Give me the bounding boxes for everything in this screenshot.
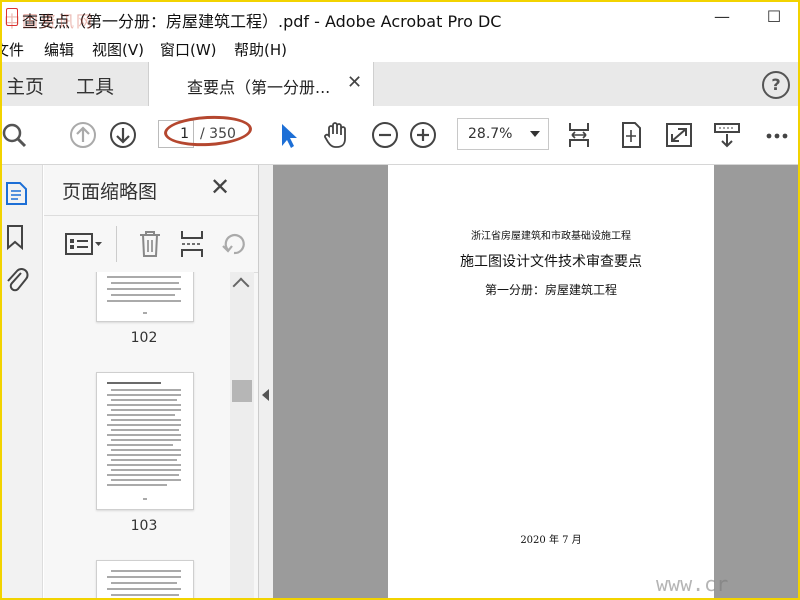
zoom-out-icon[interactable]: [370, 120, 400, 150]
doc-subtitle: 浙江省房屋建筑和市政基础设施工程: [471, 231, 631, 242]
menu-bar: 文件 编辑 视图(V) 窗口(W) 帮助(H): [2, 34, 798, 62]
panel-collapse-strip[interactable]: [259, 165, 273, 598]
doc-volume: 第一分册：房屋建筑工程: [484, 283, 617, 297]
app-window: 查要点（第一分册：房屋建筑工程）.pdf - Adobe Acrobat Pro…: [0, 0, 800, 600]
page-thumbnail-103[interactable]: [96, 372, 194, 510]
watermark-url: www.cr: [656, 572, 729, 596]
document-tab-label: 查要点（第一分册...: [187, 78, 331, 97]
zoom-select[interactable]: 28.7%: [457, 118, 549, 150]
panel-title: 页面缩略图: [62, 181, 158, 203]
maximize-button[interactable]: ☐: [762, 6, 786, 28]
panel-toolbar: [44, 215, 258, 273]
thumbnail-label: 102: [130, 330, 158, 346]
menu-edit[interactable]: 编辑: [44, 39, 74, 60]
tab-home[interactable]: 主页: [6, 72, 44, 99]
doc-title: 施工图设计文件技术审查要点: [460, 254, 642, 270]
thumbnail-text-lines: [107, 382, 181, 500]
read-mode-icon[interactable]: [712, 120, 742, 150]
full-screen-icon[interactable]: [664, 120, 694, 150]
delete-page-icon[interactable]: [136, 228, 164, 260]
scroll-up-icon[interactable]: [232, 277, 250, 295]
thumbnail-options-icon[interactable]: [64, 230, 106, 258]
thumbnail-text-lines: [107, 276, 181, 314]
close-panel-icon[interactable]: ✕: [210, 173, 230, 201]
toolbar: 1 / 350: [2, 106, 798, 165]
document-viewer[interactable]: 浙江省房屋建筑和市政基础设施工程 施工图设计文件技术审查要点 第一分册：房屋建筑…: [273, 165, 798, 598]
chevron-down-icon: [530, 131, 540, 137]
thumbnail-text-lines: [107, 570, 181, 596]
navigation-rail: [2, 165, 43, 598]
toolbar-divider: [116, 226, 117, 262]
more-tools-icon[interactable]: [762, 120, 792, 150]
zoom-value: 28.7%: [468, 126, 513, 142]
close-tab-icon[interactable]: ✕: [347, 72, 362, 93]
attachment-icon[interactable]: [4, 265, 30, 295]
menu-help[interactable]: 帮助(H): [234, 39, 287, 60]
select-cursor-icon[interactable]: [274, 120, 304, 150]
menu-window[interactable]: 窗口(W): [160, 39, 217, 60]
tab-bar: 主页 工具 查要点（第一分册... ✕ ?: [2, 62, 798, 107]
rotate-page-icon[interactable]: [220, 228, 248, 260]
help-icon[interactable]: ?: [762, 71, 790, 99]
page-thumbnails-icon[interactable]: [4, 179, 30, 207]
scroll-thumb[interactable]: [232, 380, 252, 402]
zoom-in-icon[interactable]: [408, 120, 438, 150]
thumbnail-label: 103: [130, 518, 158, 534]
hand-tool-icon[interactable]: [320, 120, 350, 150]
thumbnail-list[interactable]: 102 103: [44, 272, 230, 598]
title-bar: 查要点（第一分册：房屋建筑工程）.pdf - Adobe Acrobat Pro…: [2, 2, 798, 34]
next-page-icon[interactable]: [108, 120, 138, 150]
rotate-view-icon[interactable]: [616, 120, 646, 150]
search-icon[interactable]: [2, 120, 32, 150]
menu-view[interactable]: 视图(V): [92, 39, 144, 60]
thumbnails-panel: 页面缩略图 ✕ 102 103: [44, 165, 259, 598]
thumbnail-scrollbar[interactable]: [230, 272, 254, 598]
minimize-button[interactable]: —: [710, 6, 734, 28]
insert-page-icon[interactable]: [178, 228, 206, 260]
pdf-page[interactable]: 浙江省房屋建筑和市政基础设施工程 施工图设计文件技术审查要点 第一分册：房屋建筑…: [388, 165, 714, 598]
tab-document[interactable]: 查要点（第一分册... ✕: [148, 62, 374, 106]
collapse-arrow-icon[interactable]: [262, 389, 269, 401]
fit-page-icon[interactable]: [564, 120, 594, 150]
doc-date: 2020 年 7 月: [520, 535, 582, 546]
tab-tools[interactable]: 工具: [76, 72, 114, 99]
page-thumbnail-102[interactable]: [96, 272, 194, 322]
watermark-logo: 中国资讯网: [4, 12, 95, 31]
page-thumbnail-next[interactable]: [96, 560, 194, 598]
menu-file[interactable]: 文件: [2, 39, 24, 60]
bookmark-icon[interactable]: [4, 223, 26, 251]
previous-page-icon[interactable]: [68, 120, 98, 150]
